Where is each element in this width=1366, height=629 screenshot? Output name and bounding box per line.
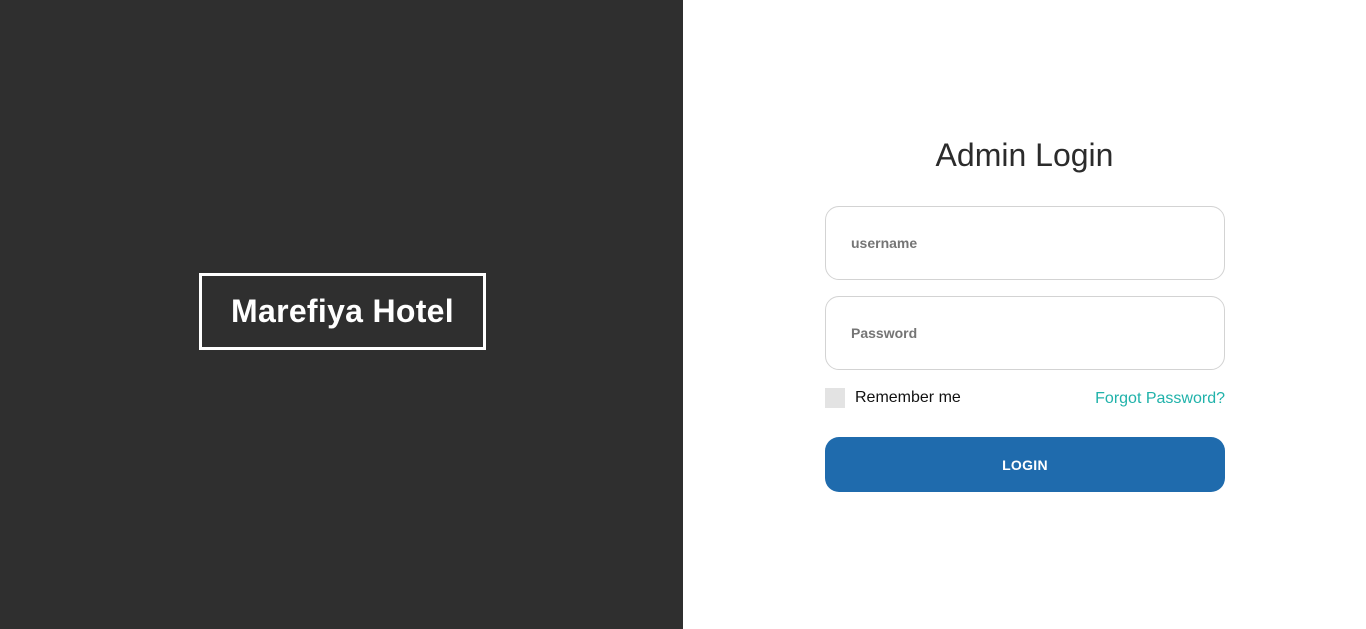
- forgot-password-link[interactable]: Forgot Password?: [1095, 390, 1225, 408]
- remember-me-label[interactable]: Remember me: [855, 389, 961, 407]
- remember-me-checkbox[interactable]: [825, 388, 845, 408]
- brand-logo-box: Marefiya Hotel: [199, 273, 486, 350]
- remember-me-row: Remember me: [825, 388, 961, 408]
- login-button[interactable]: LOGIN: [825, 437, 1225, 492]
- login-page: Marefiya Hotel Admin Login Remember me F…: [0, 0, 1366, 629]
- login-panel: Admin Login Remember me Forgot Password?…: [683, 0, 1366, 629]
- login-title: Admin Login: [935, 137, 1114, 173]
- password-input[interactable]: [825, 296, 1225, 370]
- brand-name: Marefiya Hotel: [231, 293, 454, 329]
- username-input[interactable]: [825, 206, 1225, 280]
- brand-panel: Marefiya Hotel: [0, 0, 683, 629]
